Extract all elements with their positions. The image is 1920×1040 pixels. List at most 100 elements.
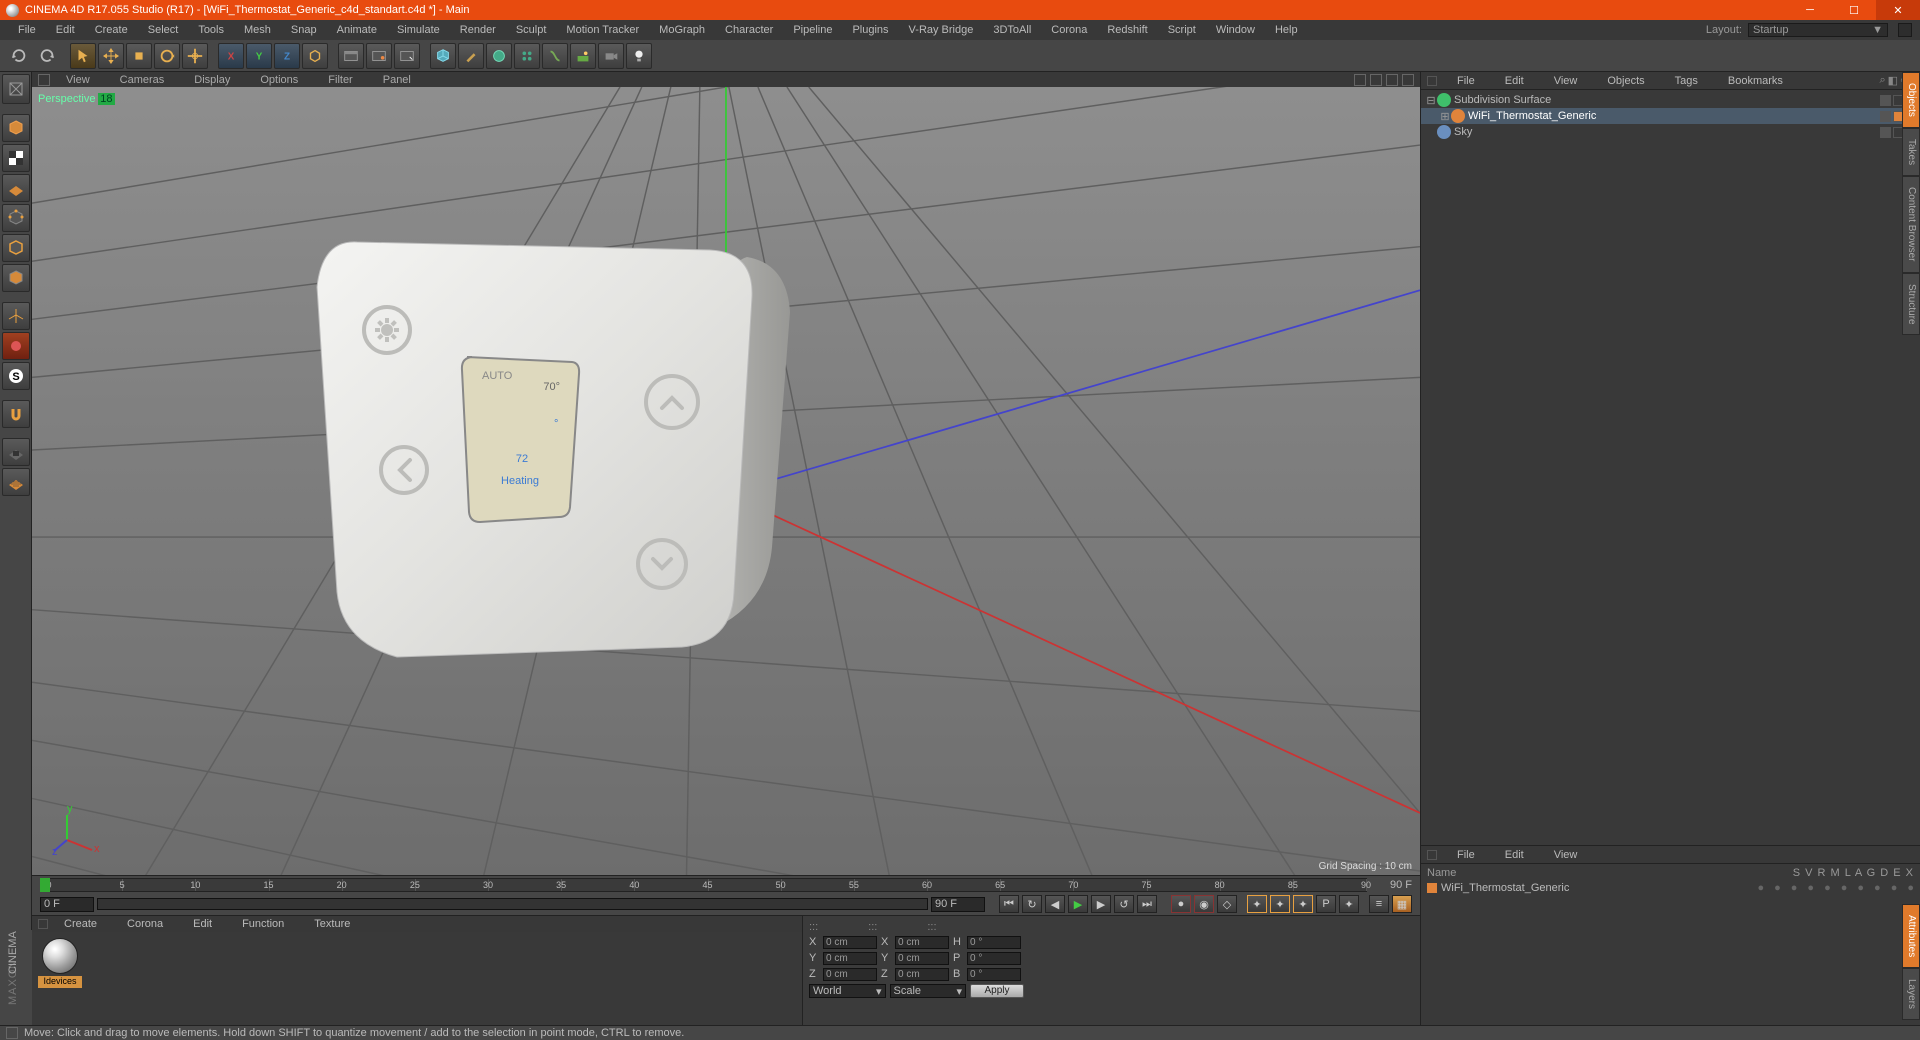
menu-snap[interactable]: Snap xyxy=(281,24,327,36)
menu-simulate[interactable]: Simulate xyxy=(387,24,450,36)
om-item-sky[interactable]: Sky xyxy=(1421,124,1920,140)
menu-animate[interactable]: Animate xyxy=(327,24,387,36)
select-tool-icon[interactable] xyxy=(70,43,96,69)
side-tab-layers[interactable]: Layers xyxy=(1902,968,1920,1020)
timeline-ruler[interactable]: 051015202530354045505560657075808590 90 … xyxy=(32,875,1420,893)
vp-menu-panel[interactable]: Panel xyxy=(383,74,411,86)
layout-lock-icon[interactable] xyxy=(1898,23,1912,37)
goto-end-icon[interactable]: ⏭ xyxy=(1137,895,1157,913)
apply-button[interactable]: Apply xyxy=(970,984,1024,998)
make-editable-icon[interactable] xyxy=(2,74,30,104)
pos-z-field[interactable]: 0 cm xyxy=(823,968,877,981)
size-x-field[interactable]: 0 cm xyxy=(895,936,949,949)
last-tool-icon[interactable] xyxy=(182,43,208,69)
y-axis-icon[interactable]: Y xyxy=(246,43,272,69)
enable-snap-icon[interactable] xyxy=(2,400,30,428)
x-axis-icon[interactable]: X xyxy=(218,43,244,69)
key-param-icon[interactable]: P xyxy=(1316,895,1336,913)
texture-mode-icon[interactable] xyxy=(2,144,30,172)
axis-tool-icon[interactable] xyxy=(2,302,30,330)
close-button[interactable]: ✕ xyxy=(1876,0,1920,20)
menu-file[interactable]: File xyxy=(8,24,46,36)
menu-v-ray-bridge[interactable]: V-Ray Bridge xyxy=(899,24,984,36)
fcurve-icon[interactable]: ≡ xyxy=(1369,895,1389,913)
vis-editor-icon[interactable] xyxy=(1880,111,1891,122)
om-tab-view[interactable]: View xyxy=(1554,75,1578,87)
vp-nav-icon[interactable] xyxy=(1370,74,1382,86)
om-tab-bookmarks[interactable]: Bookmarks xyxy=(1728,75,1783,87)
edge-mode-icon[interactable] xyxy=(2,234,30,262)
menu-mograph[interactable]: MoGraph xyxy=(649,24,715,36)
range-slider[interactable] xyxy=(97,898,928,910)
attr-tab-file[interactable]: File xyxy=(1457,849,1475,861)
array-icon[interactable] xyxy=(514,43,540,69)
vp-menu-filter[interactable]: Filter xyxy=(328,74,352,86)
mat-menu-edit[interactable]: Edit xyxy=(193,918,212,930)
planar-workplane-icon[interactable] xyxy=(2,468,30,496)
side-tab-objects[interactable]: Objects xyxy=(1902,72,1920,128)
attr-item-name[interactable]: WiFi_Thermostat_Generic xyxy=(1441,882,1569,894)
z-axis-icon[interactable]: Z xyxy=(274,43,300,69)
menu-redshift[interactable]: Redshift xyxy=(1097,24,1157,36)
mat-config-icon[interactable] xyxy=(38,919,48,929)
point-mode-icon[interactable] xyxy=(2,204,30,232)
mat-menu-function[interactable]: Function xyxy=(242,918,284,930)
om-tab-edit[interactable]: Edit xyxy=(1505,75,1524,87)
undo-button[interactable] xyxy=(6,43,32,69)
cube-primitive-icon[interactable] xyxy=(430,43,456,69)
vis-editor-icon[interactable] xyxy=(1880,127,1891,138)
vp-menu-cameras[interactable]: Cameras xyxy=(120,74,165,86)
vp-menu-display[interactable]: Display xyxy=(194,74,230,86)
om-item-subdivision-surface[interactable]: ⊟ Subdivision Surface xyxy=(1421,92,1920,108)
poly-mode-icon[interactable] xyxy=(2,264,30,292)
attr-tab-view[interactable]: View xyxy=(1554,849,1578,861)
vp-nav-icon[interactable] xyxy=(1386,74,1398,86)
menu-sculpt[interactable]: Sculpt xyxy=(506,24,557,36)
key-pla-icon[interactable]: ✦ xyxy=(1339,895,1359,913)
rot-b-field[interactable]: 0 ° xyxy=(967,968,1021,981)
goto-start-icon[interactable]: ⏮ xyxy=(999,895,1019,913)
loop-range-icon[interactable]: ↺ xyxy=(1114,895,1134,913)
snap-icon[interactable]: S xyxy=(2,362,30,390)
light-icon[interactable] xyxy=(626,43,652,69)
subdiv-icon[interactable] xyxy=(486,43,512,69)
layout-dropdown[interactable]: Startup▼ xyxy=(1748,23,1888,37)
playhead-icon[interactable] xyxy=(40,878,50,892)
coord-mode2-dropdown[interactable]: Scale▾ xyxy=(890,984,967,998)
om-tab-file[interactable]: File xyxy=(1457,75,1475,87)
menu-help[interactable]: Help xyxy=(1265,24,1308,36)
menu-3dtoall[interactable]: 3DToAll xyxy=(983,24,1041,36)
pos-x-field[interactable]: 0 cm xyxy=(823,936,877,949)
menu-tools[interactable]: Tools xyxy=(188,24,234,36)
vis-editor-icon[interactable] xyxy=(1880,95,1891,106)
om-item-wifi-thermostat-generic[interactable]: ⊞ WiFi_Thermostat_Generic xyxy=(1421,108,1920,124)
viewport-config-icon[interactable] xyxy=(38,74,50,86)
key-scale-icon[interactable]: ✦ xyxy=(1270,895,1290,913)
move-tool-icon[interactable] xyxy=(98,43,124,69)
mat-menu-create[interactable]: Create xyxy=(64,918,97,930)
viewport[interactable]: AUTO 70° 72 ° Heating Perspective 18 Gri… xyxy=(32,87,1420,875)
locked-workplane-icon[interactable] xyxy=(2,438,30,466)
side-tab-takes[interactable]: Takes xyxy=(1902,128,1920,176)
redo-button[interactable] xyxy=(34,43,60,69)
dopesheet-icon[interactable]: ▦ xyxy=(1392,895,1412,913)
om-tab-objects[interactable]: Objects xyxy=(1607,75,1644,87)
mat-menu-corona[interactable]: Corona xyxy=(127,918,163,930)
size-z-field[interactable]: 0 cm xyxy=(895,968,949,981)
prev-frame-icon[interactable]: ◀ xyxy=(1045,895,1065,913)
attr-config-icon[interactable] xyxy=(1427,850,1437,860)
om-config-icon[interactable] xyxy=(1427,76,1437,86)
loop-icon[interactable]: ↻ xyxy=(1022,895,1042,913)
viewport-solo-icon[interactable] xyxy=(2,332,30,360)
key-pos-icon[interactable]: ✦ xyxy=(1247,895,1267,913)
vp-menu-options[interactable]: Options xyxy=(260,74,298,86)
record-icon[interactable]: ● xyxy=(1171,895,1191,913)
render-settings-icon[interactable] xyxy=(394,43,420,69)
pos-y-field[interactable]: 0 cm xyxy=(823,952,877,965)
play-icon[interactable]: ▶ xyxy=(1068,895,1088,913)
range-start-field[interactable]: 0 F xyxy=(40,897,94,912)
object-manager-tree[interactable]: ⊟ Subdivision Surface ⊞ WiFi_Thermostat_… xyxy=(1421,90,1920,845)
environment-icon[interactable] xyxy=(570,43,596,69)
menu-select[interactable]: Select xyxy=(138,24,189,36)
side-tab-content-browser[interactable]: Content Browser xyxy=(1902,176,1920,272)
